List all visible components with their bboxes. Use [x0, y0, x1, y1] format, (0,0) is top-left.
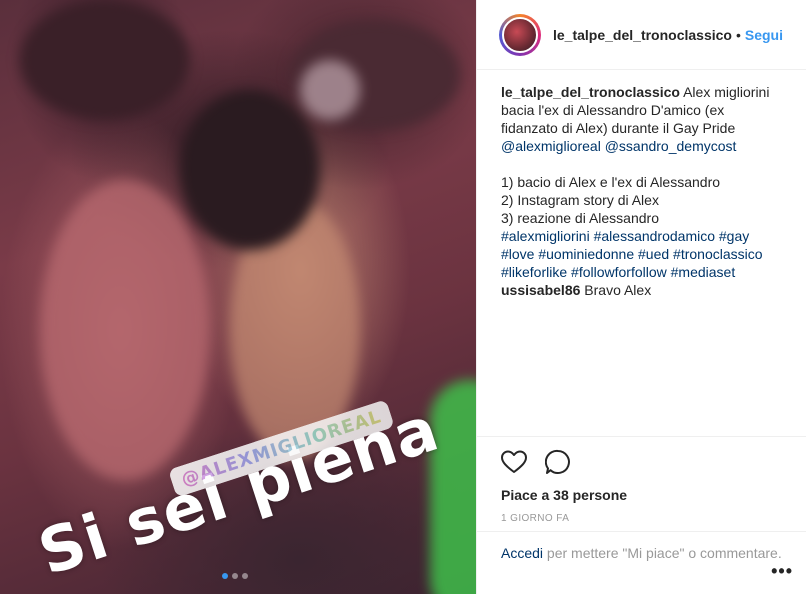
login-link[interactable]: Accedi — [501, 545, 543, 561]
hashtag-link[interactable]: #likeforlike — [501, 264, 567, 280]
comment-username[interactable]: ussisabel86 — [501, 282, 580, 298]
caption-list: 1) bacio di Alex e l'ex di Alessandro 2)… — [501, 173, 782, 281]
caption-list-item: 1) bacio di Alex e l'ex di Alessandro — [501, 174, 721, 190]
mention-link[interactable]: @ssandro_demycost — [605, 138, 737, 154]
photo-region — [20, 0, 190, 120]
hashtag-link[interactable]: #mediaset — [671, 264, 736, 280]
follow-button[interactable]: Segui — [745, 27, 783, 43]
caption-username[interactable]: le_talpe_del_tronoclassico — [501, 84, 680, 100]
carousel-indicator — [222, 573, 248, 579]
photo-region — [180, 90, 320, 250]
post-header: le_talpe_del_tronoclassico • Segui — [477, 0, 806, 70]
hashtag-link[interactable]: #alexmigliorini — [501, 228, 590, 244]
hashtag-link[interactable]: #love — [501, 246, 534, 262]
likes-count[interactable]: Piace a 38 persone — [501, 487, 783, 503]
hashtag-link[interactable]: #tronoclassico — [673, 246, 763, 262]
post-actions: Piace a 38 persone 1 GIORNO FA — [477, 436, 806, 524]
hashtag-link[interactable]: #gay — [719, 228, 749, 244]
carousel-dot — [232, 573, 238, 579]
avatar[interactable] — [502, 16, 538, 53]
header-username[interactable]: le_talpe_del_tronoclassico — [553, 27, 732, 43]
carousel-dot — [242, 573, 248, 579]
carousel-dot — [222, 573, 228, 579]
photo-region — [300, 60, 360, 120]
action-icons — [501, 447, 783, 477]
separator-dot: • — [735, 26, 741, 43]
hashtag-link[interactable]: #alessandrodamico — [594, 228, 715, 244]
heart-icon[interactable] — [501, 450, 527, 474]
hashtag-link[interactable]: #ued — [638, 246, 669, 262]
hashtag-link[interactable]: #followforfollow — [571, 264, 667, 280]
caption-area: le_talpe_del_tronoclassico Alex migliori… — [477, 70, 806, 446]
photo-region — [40, 180, 210, 480]
comment-login-box: Accedi per mettere "Mi piace" o commenta… — [477, 531, 806, 594]
photo-region — [430, 380, 476, 594]
caption-list-item: 2) Instagram story di Alex — [501, 192, 659, 208]
login-prompt: per mettere "Mi piace" o commentare. — [543, 545, 782, 561]
post-media[interactable]: Si sei piena @ALEXMIGLIOREAL — [0, 0, 476, 594]
caption-mentions: @alexmiglioreal @ssandro_demycost — [501, 137, 782, 155]
more-options-icon[interactable]: ••• — [771, 562, 793, 581]
post-side-panel: le_talpe_del_tronoclassico • Segui le_ta… — [476, 0, 806, 594]
hashtag-link[interactable]: #uominiedonne — [538, 246, 634, 262]
caption-hashtags: #alexmigliorini #alessandrodamico #gay #… — [501, 227, 782, 281]
comment: ussisabel86 Bravo Alex — [501, 281, 782, 299]
instagram-post: Si sei piena @ALEXMIGLIOREAL le_talpe_de… — [0, 0, 806, 594]
caption-list-item: 3) reazione di Alessandro — [501, 210, 659, 226]
post-timestamp[interactable]: 1 GIORNO FA — [501, 513, 783, 524]
comment-icon[interactable] — [545, 449, 571, 475]
avatar-story-ring[interactable] — [499, 13, 541, 56]
comment-text: Bravo Alex — [584, 282, 652, 298]
mention-link[interactable]: @alexmiglioreal — [501, 138, 601, 154]
caption: le_talpe_del_tronoclassico Alex migliori… — [501, 83, 782, 155]
